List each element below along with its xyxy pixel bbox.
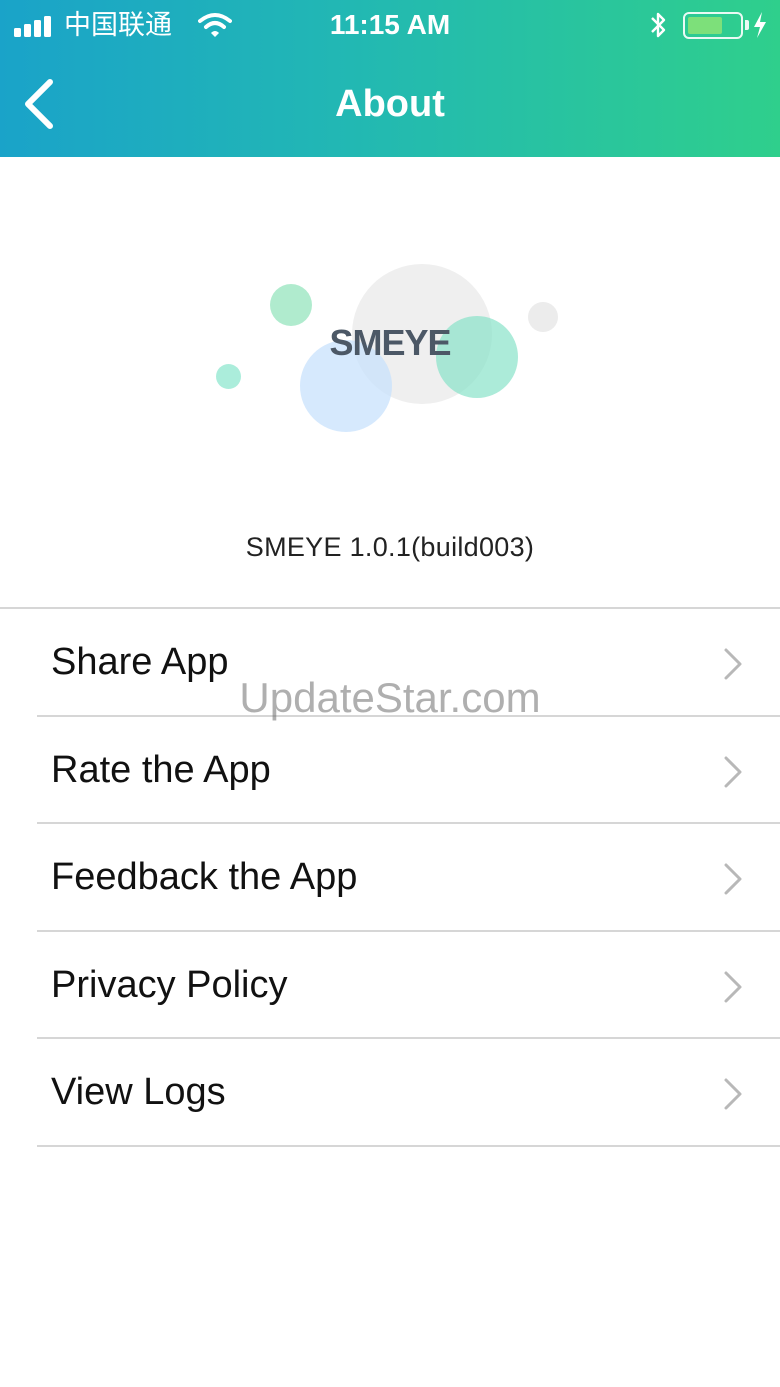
about-menu: Share App Rate the App Feedback the App … <box>0 609 780 1147</box>
menu-item-rate-app[interactable]: Rate the App <box>0 717 780 824</box>
chevron-right-icon <box>724 1078 742 1110</box>
battery-level <box>688 17 722 34</box>
chevron-right-icon <box>724 971 742 1002</box>
page-title: About <box>335 83 445 125</box>
chevron-right-icon <box>724 863 742 895</box>
chevron-right-icon <box>724 648 742 680</box>
menu-item-view-logs[interactable]: View Logs <box>0 1039 780 1147</box>
charging-bolt-icon <box>754 12 766 38</box>
about-screen: 中国联通 11:15 AM About SMEYE SMEYE 1.0.1(bu… <box>0 0 780 1387</box>
chevron-right-icon <box>724 756 742 787</box>
menu-item-share-app[interactable]: Share App <box>0 609 780 717</box>
status-bar: 中国联通 11:15 AM <box>0 0 780 50</box>
menu-item-label: Feedback the App <box>51 856 358 898</box>
app-version: SMEYE 1.0.1(build003) <box>245 532 535 562</box>
header: 中国联通 11:15 AM About <box>0 0 780 157</box>
logo-wordmark: SMEYE <box>329 322 451 363</box>
menu-item-privacy-policy[interactable]: Privacy Policy <box>0 932 780 1039</box>
bluetooth-icon <box>651 12 666 38</box>
battery-tip <box>745 20 749 30</box>
divider <box>37 1144 780 1147</box>
menu-item-label: Privacy Policy <box>51 963 288 1006</box>
app-logo: SMEYE <box>200 250 580 450</box>
menu-item-label: View Logs <box>51 1071 226 1113</box>
menu-item-label: Rate the App <box>51 748 271 791</box>
logo-bubble <box>216 364 241 389</box>
menu-item-feedback[interactable]: Feedback the App <box>0 824 780 932</box>
battery-icon <box>683 12 743 39</box>
menu-item-label: Share App <box>51 641 229 683</box>
logo-bubble <box>270 284 312 326</box>
